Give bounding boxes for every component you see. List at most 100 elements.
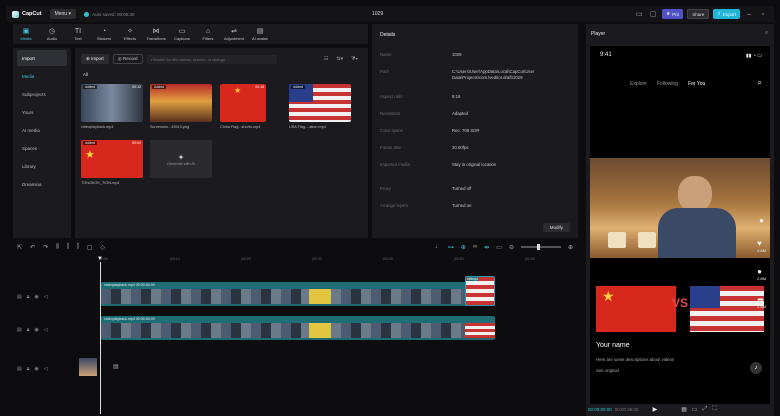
sidebar-item-import[interactable]: Import [17, 50, 67, 66]
search-input[interactable]: ⌕ Search for file names, scenes, or dial… [146, 54, 277, 64]
lock-icon[interactable]: 🔒︎ [27, 366, 30, 372]
ratio-icon[interactable]: ▭ [692, 406, 698, 413]
media-item-screenshot[interactable]: Added [150, 84, 212, 122]
pro-label: Pro [672, 11, 680, 17]
tab-transitions[interactable]: ⋈ Transitions [143, 24, 169, 44]
detail-key: Aspect ratio [380, 94, 403, 99]
cover-edit-icon[interactable]: ▤ [113, 363, 119, 370]
tab-for-you[interactable]: For You [688, 81, 705, 87]
filter-all[interactable]: All [83, 72, 88, 77]
sidebar-item-ai-media[interactable]: AI media [17, 122, 67, 138]
media-item-tongkok[interactable]: ★ Added 02:00 [81, 140, 143, 178]
media-item-china-flag[interactable]: ★ 00:15 [220, 84, 266, 122]
grid-icon[interactable]: ▦ [681, 406, 687, 413]
zoom-in-icon[interactable]: ⊕ [568, 244, 573, 251]
monitor-icon[interactable]: ▢ [648, 9, 658, 19]
sidebar-item-media[interactable]: Media [17, 68, 67, 84]
see-original-link[interactable]: See original [596, 368, 619, 373]
video-track-2[interactable]: videoplayback.mp4 00:00:50:00 [101, 316, 495, 340]
split-left-icon[interactable]: ⫿ [67, 244, 69, 251]
tab-captions[interactable]: ▭ Captions [169, 24, 195, 44]
menu-button[interactable]: Menu ▾ [49, 9, 76, 19]
phone-preview[interactable]: 9:41 ▮▮ ◔ ▭ Explore Following For You ⌕ … [590, 46, 770, 404]
search-icon[interactable]: ⌕ [758, 78, 762, 88]
cover-icon[interactable]: ▤ [17, 294, 22, 300]
tab-audio[interactable]: ◷ Audio [39, 24, 65, 44]
tab-effects[interactable]: ✧ Effects [117, 24, 143, 44]
eye-icon[interactable]: ◉ [34, 366, 38, 372]
magnet-icon[interactable]: ⊕ [461, 244, 466, 251]
cup-shape [638, 232, 656, 248]
caption-icon[interactable]: ▭ [496, 244, 502, 251]
cover-icon[interactable]: ▤ [17, 327, 22, 333]
audio-icon[interactable]: ◁ [44, 366, 48, 372]
split-right-icon[interactable]: ⫿ [77, 244, 79, 251]
playhead[interactable] [100, 262, 101, 414]
layout-icon[interactable]: ▭ [634, 9, 644, 19]
record-button[interactable]: ◎ Record [112, 54, 143, 64]
export-button[interactable]: ⇧ Export [713, 9, 740, 19]
select-icon[interactable]: ⇱ [17, 244, 22, 251]
mic-icon[interactable]: ♩ [435, 244, 441, 250]
share-button[interactable]: Share [687, 9, 710, 19]
zoom-handle[interactable] [536, 244, 540, 250]
sidebar-item-subprojects[interactable]: Subprojects [17, 86, 67, 102]
delete-icon[interactable]: ▢ [87, 244, 93, 251]
zoom-out-icon[interactable]: ⊖ [509, 244, 514, 251]
zoom-slider[interactable] [520, 244, 561, 250]
import-button[interactable]: ⊕ Import [81, 54, 109, 64]
playhead-handle[interactable]: ▼ [97, 256, 103, 262]
tab-filters[interactable]: ⌂ Filters [195, 24, 221, 44]
tab-media[interactable]: ▣ Media [13, 24, 39, 44]
play-icon[interactable]: ▶ [653, 406, 658, 413]
lock-icon[interactable]: 🔒︎ [27, 294, 30, 300]
undo-icon[interactable]: ↶ [30, 244, 35, 251]
sidebar-item-spaces[interactable]: Spaces [17, 140, 67, 156]
share-icon[interactable]: ➦ 2.8M [757, 295, 766, 309]
tab-ai-avatar[interactable]: ▤ AI avatar [247, 24, 273, 44]
comment-icon[interactable]: ● 2.8M [757, 267, 766, 281]
shield-icon[interactable]: ◇ [100, 244, 105, 251]
view-icon[interactable]: ☷ [324, 56, 328, 62]
fullscreen-icon[interactable]: ⤢ [703, 406, 708, 413]
sort-icon[interactable]: ⇅▾ [336, 56, 343, 62]
preview-axis-icon[interactable]: ⇹ [484, 244, 489, 251]
tab-stickers[interactable]: ◔ Stickers [91, 24, 117, 44]
heart-icon[interactable]: ♥ 2.8M [757, 239, 766, 253]
usa-overlay-clip[interactable]: videopl [465, 276, 495, 306]
modify-button[interactable]: Modify [542, 223, 570, 232]
main-track-cover[interactable] [79, 358, 97, 376]
split-icon[interactable]: ⫼ [56, 244, 59, 251]
audio-icon[interactable]: ◁ [44, 327, 48, 333]
eye-icon[interactable]: ◉ [34, 327, 38, 333]
filter-icon[interactable]: ⧩▾ [351, 56, 358, 62]
chain-icon[interactable]: ∞ [473, 244, 477, 250]
audio-icon[interactable]: ◁ [44, 294, 48, 300]
clip-thumbnails [101, 323, 495, 338]
media-item-usa-flag[interactable]: Added [289, 84, 351, 122]
link-icon[interactable]: ⊶ [448, 244, 454, 251]
generate-ai-card[interactable]: ✦ Generate with AI [150, 140, 212, 178]
project-title[interactable]: 1029 [372, 11, 383, 17]
pro-button[interactable]: ♛ Pro [662, 9, 684, 19]
expand-icon[interactable]: ⛶ [712, 406, 716, 413]
like-count: 2.8M [757, 248, 766, 253]
tab-explore[interactable]: Explore [630, 81, 647, 87]
tab-adjustment[interactable]: ⇌ Adjustment [221, 24, 247, 44]
lock-icon[interactable]: 🔒︎ [27, 327, 30, 333]
tab-following[interactable]: Following [657, 81, 678, 87]
cover-icon[interactable]: ▤ [17, 366, 22, 372]
maximize-icon[interactable]: ▫ [758, 9, 768, 19]
avatar-icon[interactable]: ● [759, 216, 764, 225]
sidebar-item-yours[interactable]: Yours [17, 104, 67, 120]
video-track-1[interactable]: videoplayback.mp4 00:00:50:00 [101, 282, 495, 306]
sidebar-item-dreamina[interactable]: Dreamina [17, 176, 67, 192]
sidebar-item-library[interactable]: Library [17, 158, 67, 174]
redo-icon[interactable]: ↷ [43, 244, 48, 251]
media-item-videoplayback[interactable]: Added 00:12 [81, 84, 143, 122]
minimize-icon[interactable]: – [744, 9, 754, 19]
tab-text[interactable]: TI Text [65, 24, 91, 44]
eye-icon[interactable]: ◉ [34, 294, 38, 300]
time-ruler[interactable]: 00:00 |00:10 |00:20 |00:30 |00:40 |00:50 |01:0… [99, 256, 569, 264]
more-icon[interactable]: ≡ [765, 30, 768, 36]
